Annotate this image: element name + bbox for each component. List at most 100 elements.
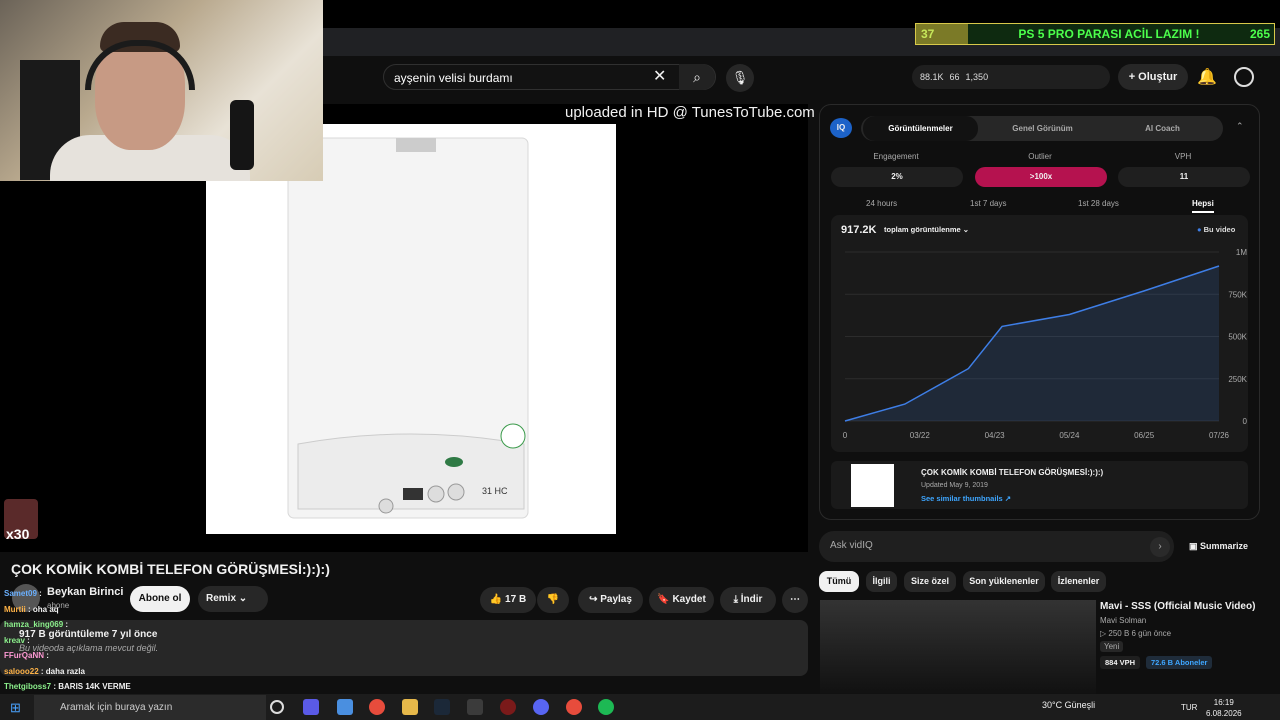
views-chart: 0 250K 500K 750K 1M 0 03/22 04/23 05/24 06/25 07/2… <box>843 248 1248 440</box>
series-area <box>845 266 1219 421</box>
metric-label-vph: VPH <box>1174 152 1192 161</box>
vidiq-stats-bar[interactable]: 88.1K 66 1,350 <box>912 65 1110 89</box>
new-badge: Yeni <box>1100 641 1124 652</box>
ask-vidiq-input[interactable]: Ask vidIQ <box>819 531 1174 562</box>
search-button[interactable]: ⌕ <box>679 64 715 90</box>
range-first-28-days[interactable]: 1st 28 days <box>1078 199 1119 208</box>
chat-username: Thetgiboss7 <box>4 682 52 691</box>
video-frame-boiler-image: 31 HC <box>206 124 616 534</box>
app2-icon[interactable] <box>467 699 483 715</box>
discord-icon[interactable] <box>533 699 549 715</box>
account-avatar[interactable] <box>1234 67 1254 87</box>
chip-recent[interactable]: Son yüklenenler <box>963 571 1045 592</box>
similar-thumbnails-link[interactable]: See similar thumbnails ↗ <box>921 494 1011 503</box>
chip-related[interactable]: İlgili <box>866 571 897 592</box>
chat-username: FFurQaNN <box>4 651 44 660</box>
sidebar-video-meta: ▷ 250 B 6 gün önce <box>1100 629 1172 638</box>
chat-message: FFurQaNN : <box>4 651 49 660</box>
subscribe-button[interactable]: Abone ol <box>130 586 190 612</box>
stat-watching: 66 <box>949 72 960 82</box>
svg-text:31 HC: 31 HC <box>482 486 508 496</box>
metric-vph: 11 <box>1118 167 1250 187</box>
chat-username: hamza_king069 <box>4 620 64 629</box>
y-tick-label: 500K <box>1228 333 1247 342</box>
tab-views[interactable]: Görüntülenmeler <box>863 116 978 141</box>
windows-start-icon[interactable]: ⊞ <box>10 700 21 716</box>
metric-label-engagement: Engagement <box>873 152 919 161</box>
range-24-hours[interactable]: 24 hours <box>866 199 897 208</box>
microphone-icon[interactable]: 🎙 <box>726 64 754 92</box>
download-label: İndir <box>740 594 763 605</box>
legend-dot-icon: ● <box>1197 225 1202 234</box>
create-button[interactable]: + Oluştur <box>1118 64 1188 90</box>
store-icon[interactable] <box>337 699 353 715</box>
app-icon[interactable] <box>303 699 319 715</box>
y-tick-label: 0 <box>1243 417 1248 426</box>
spotify-icon[interactable] <box>598 699 614 715</box>
tab-overview[interactable]: Genel Görünüm <box>985 116 1100 141</box>
vidiq-logo-icon: IQ <box>830 118 852 138</box>
sidebar-video-thumbnail[interactable] <box>820 600 1096 694</box>
task-view-icon[interactable] <box>270 700 284 714</box>
remix-button[interactable]: Remix ⌄ <box>198 586 268 612</box>
save-label: Kaydet <box>672 594 706 605</box>
language-indicator[interactable]: TUR <box>1181 703 1197 712</box>
goal-progress: 37 <box>916 24 968 44</box>
chat-message: kreav : <box>4 635 30 645</box>
obs-icon[interactable] <box>500 699 516 715</box>
clock[interactable]: 16:19 6.08.2026 <box>1206 697 1242 719</box>
video-title: ÇOK KOMİK KOMBİ TELEFON GÖRÜŞMESİ:):):) <box>11 561 330 577</box>
chip-for-you[interactable]: Size özel <box>904 571 956 592</box>
legend-label: Bu video <box>1203 225 1236 234</box>
y-tick-label: 1M <box>1236 248 1247 257</box>
sidebar-video-title[interactable]: Mavi - SSS (Official Music Video) <box>1100 601 1255 612</box>
chrome-icon[interactable] <box>369 699 385 715</box>
steam-icon[interactable] <box>434 699 450 715</box>
x-tick-label: 06/25 <box>1134 431 1155 440</box>
chat-text: BARIS 14K VERME <box>58 682 131 691</box>
x-tick-label: 05/24 <box>1059 431 1080 440</box>
file-explorer-icon[interactable] <box>402 699 418 715</box>
clock-date: 6.08.2026 <box>1206 709 1242 718</box>
thumbnail-preview <box>851 464 894 507</box>
collapse-chevron-icon[interactable]: ⌃ <box>1236 121 1244 132</box>
weather-widget[interactable]: 30°C Güneşli <box>1042 700 1095 710</box>
chat-text: daha razla <box>45 666 85 676</box>
x-tick-label: 07/26 <box>1209 431 1230 440</box>
video-watermark-text: uploaded in HD @ TunesToTube.com <box>565 104 815 121</box>
chip-all[interactable]: Tümü <box>819 571 859 592</box>
thumbnail-card-updated: Updated May 9, 2019 <box>921 482 988 489</box>
summarize-label: Summarize <box>1200 541 1249 551</box>
metric-select[interactable]: toplam görüntülenme ⌄ <box>884 225 969 234</box>
range-first-7-days[interactable]: 1st 7 days <box>970 199 1006 208</box>
chat-username: kreav <box>4 635 25 645</box>
clear-search-icon[interactable]: ✕ <box>653 66 666 86</box>
download-button[interactable]: ⤓ İndir <box>720 587 776 613</box>
taskbar-search[interactable]: Aramak için buraya yazın <box>34 695 266 720</box>
range-all[interactable]: Hepsi <box>1192 199 1214 213</box>
metric-label-outlier: Outlier <box>1028 152 1052 161</box>
stat-views: 88.1K <box>920 72 944 82</box>
vph-badge: 884 VPH <box>1100 656 1141 669</box>
clock-time: 16:19 <box>1213 698 1234 707</box>
x-tick-label: 04/23 <box>985 431 1006 440</box>
summarize-button[interactable]: ▣ Summarize <box>1189 541 1248 552</box>
ask-submit-icon[interactable]: › <box>1150 537 1170 557</box>
more-actions-icon[interactable]: ⋯ <box>782 587 808 613</box>
like-button[interactable]: 👍 17 B <box>480 587 536 613</box>
save-button[interactable]: 🔖 Kaydet <box>649 587 714 613</box>
dislike-button[interactable]: 👎 <box>537 587 569 613</box>
share-button[interactable]: ↪ Paylaş <box>578 587 643 613</box>
metric-engagement: 2% <box>831 167 963 187</box>
chat-username: Samet09 <box>4 589 37 598</box>
chip-watched[interactable]: İzlenenler <box>1051 571 1106 592</box>
stream-chat-overlay: Samet09 : Murtii : oha aq hamza_king069 :… <box>4 586 131 710</box>
chat-message: Samet09 : <box>4 589 42 598</box>
chart-legend: ● Bu video <box>1197 225 1235 234</box>
chrome2-icon[interactable] <box>566 699 582 715</box>
emote-multiplier: x30 <box>6 526 30 542</box>
tab-ai-coach[interactable]: AI Coach <box>1105 116 1220 141</box>
create-label: Oluştur <box>1138 71 1178 83</box>
notifications-bell-icon[interactable]: 🔔 <box>1197 67 1217 87</box>
sidebar-video-channel: Mavi Solman <box>1100 616 1147 625</box>
